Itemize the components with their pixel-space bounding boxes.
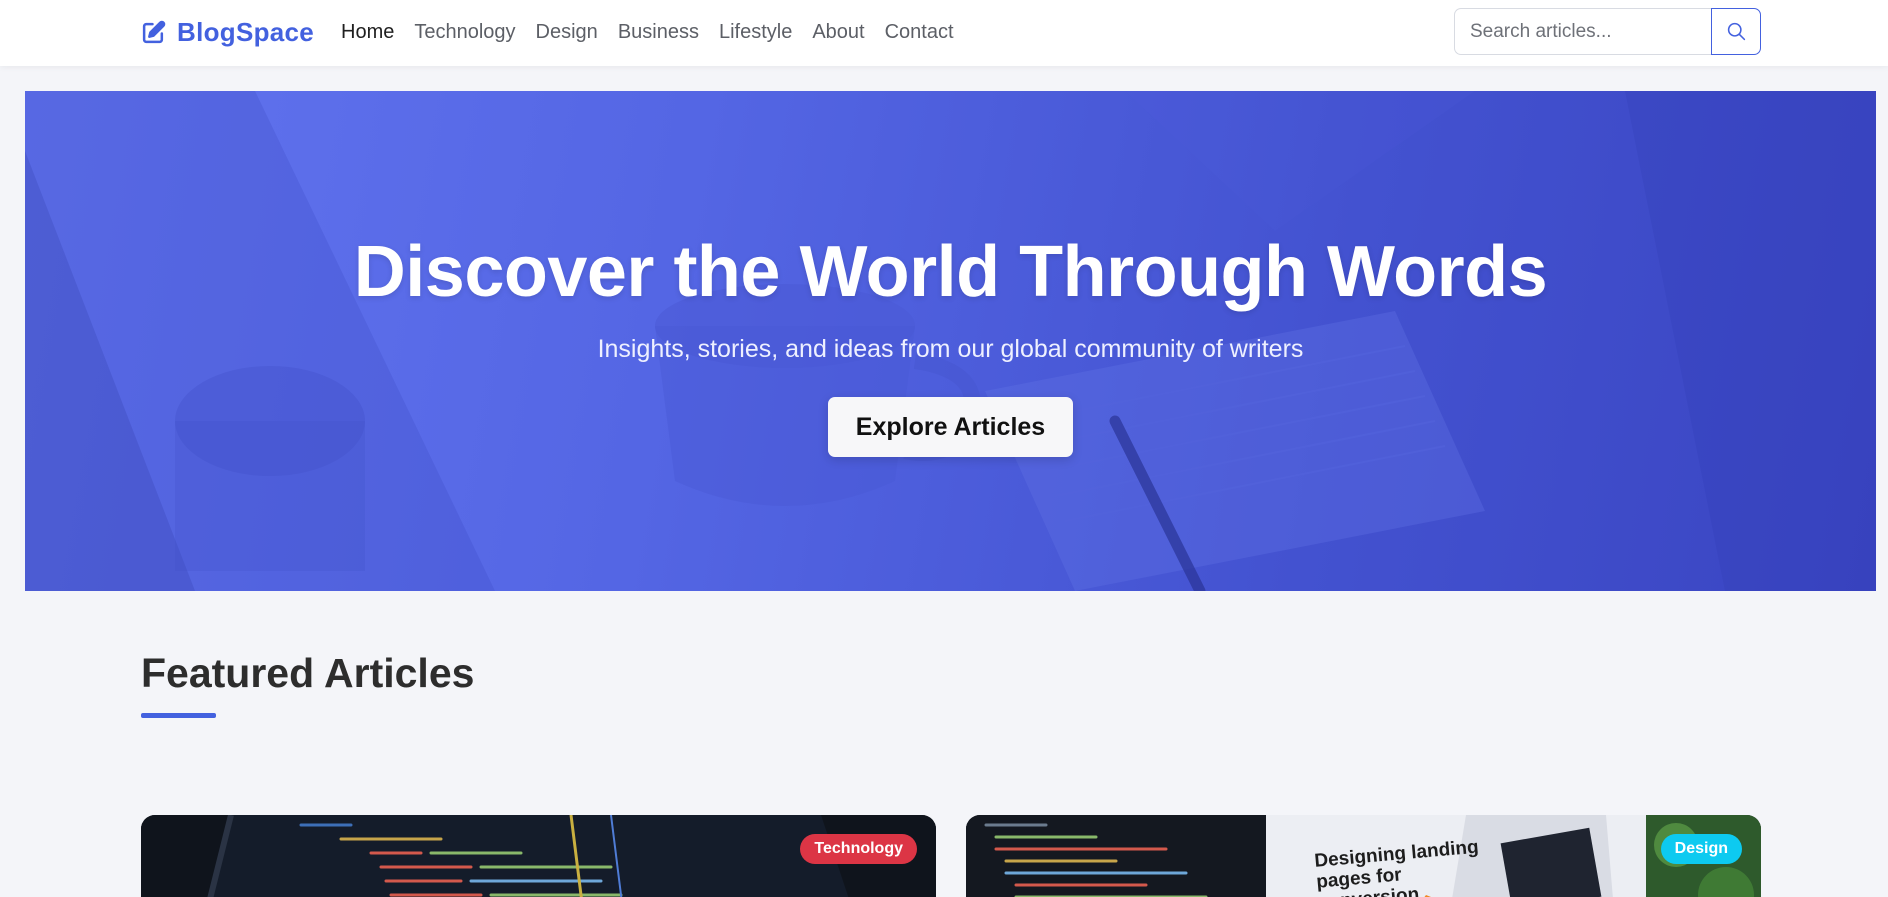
search-button[interactable] [1711,8,1761,55]
featured-card-design[interactable]: Designing landing pages for conversion D… [966,815,1761,897]
main-nav: Home Technology Design Business Lifestyl… [341,18,954,46]
top-navbar: BlogSpace Home Technology Design Busines… [0,0,1888,66]
pencil-square-icon [142,20,166,43]
nav-link-business[interactable]: Business [618,18,699,46]
hero-subtitle: Insights, stories, and ideas from our gl… [597,335,1304,363]
nav-link-technology[interactable]: Technology [414,18,515,46]
section-title-underline [141,713,216,718]
category-badge[interactable]: Design [1660,834,1742,864]
brand-logo-link[interactable]: BlogSpace [141,14,314,50]
explore-articles-button[interactable]: Explore Articles [828,397,1073,457]
nav-link-about[interactable]: About [812,18,864,46]
featured-card-technology[interactable]: Technology [141,815,936,897]
nav-link-contact[interactable]: Contact [885,18,954,46]
nav-link-home[interactable]: Home [341,18,394,46]
brand-name: BlogSpace [177,16,315,47]
category-badge[interactable]: Technology [800,834,917,864]
search-form [1454,8,1761,55]
nav-link-design[interactable]: Design [536,18,598,46]
hero-title: Discover the World Through Words [353,232,1548,312]
nav-link-lifestyle[interactable]: Lifestyle [719,18,792,46]
hero-banner: Discover the World Through Words Insight… [25,91,1876,591]
search-input[interactable] [1454,8,1711,55]
featured-section-title: Featured Articles [141,650,475,696]
search-icon [1727,22,1745,41]
